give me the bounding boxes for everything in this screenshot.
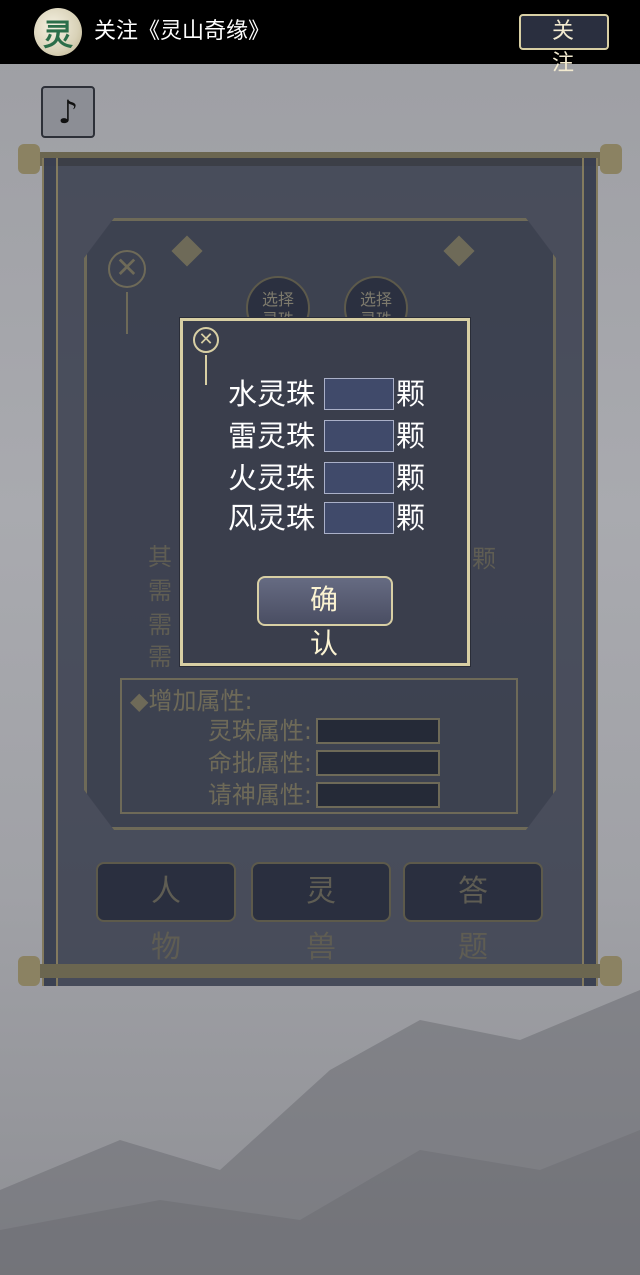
scroll-roller-cap	[18, 144, 40, 174]
divider	[205, 355, 207, 385]
tab-character[interactable]: 人 物	[96, 862, 236, 965]
scroll-roller-cap	[600, 144, 622, 174]
pearl-label: 水灵珠	[228, 377, 316, 411]
attribute-label: 命批属性:	[207, 749, 312, 777]
pearl-unit: 颗	[396, 461, 426, 495]
scroll-roller-cap	[18, 956, 40, 986]
follow-button[interactable]: 关 注	[519, 14, 609, 76]
attribute-title: ◆增加属性:	[130, 687, 253, 715]
fire-pearl-input[interactable]	[324, 462, 394, 494]
wind-pearl-input[interactable]	[324, 502, 394, 534]
top-bar: 灵 关注《灵山奇缘》 关 注	[0, 0, 640, 76]
follow-title: 关注《灵山奇缘》	[94, 19, 271, 44]
requirement-text: 需	[148, 577, 172, 605]
pearl-unit: 颗	[396, 377, 426, 411]
music-note-icon: ♪	[57, 93, 79, 131]
music-toggle-button[interactable]: ♪	[41, 86, 95, 138]
pearl-unit: 颗	[396, 419, 426, 453]
requirement-text: 其	[148, 543, 172, 571]
scroll-roller-cap	[600, 956, 622, 986]
background-mountains	[0, 990, 640, 1275]
pearl-label: 雷灵珠	[228, 419, 316, 453]
attribute-value-field	[316, 782, 440, 808]
scroll-edge-left	[42, 158, 58, 986]
attribute-value-field	[316, 718, 440, 744]
attribute-label: 请神属性:	[207, 781, 312, 809]
water-pearl-input[interactable]	[324, 378, 394, 410]
divider	[126, 292, 128, 334]
pearl-label: 火灵珠	[228, 461, 316, 495]
requirement-unit: 颗	[472, 545, 496, 573]
tab-quiz[interactable]: 答 题	[403, 862, 543, 965]
tab-spirit-beast[interactable]: 灵 兽	[251, 862, 391, 965]
logo-char: 灵	[43, 18, 73, 53]
pearl-unit: 颗	[396, 501, 426, 535]
requirement-text: 需	[148, 611, 172, 639]
app-logo[interactable]: 灵	[34, 8, 82, 56]
dialog-close-icon[interactable]: ✕	[193, 327, 219, 353]
panel-close-icon[interactable]: ✕	[108, 250, 146, 288]
attribute-value-field	[316, 750, 440, 776]
requirement-text: 需	[148, 643, 172, 671]
pearl-label: 风灵珠	[228, 501, 316, 535]
thunder-pearl-input[interactable]	[324, 420, 394, 452]
attribute-label: 灵珠属性:	[207, 717, 312, 745]
confirm-button[interactable]: 确 认	[257, 576, 393, 660]
scroll-edge-right	[582, 158, 598, 986]
